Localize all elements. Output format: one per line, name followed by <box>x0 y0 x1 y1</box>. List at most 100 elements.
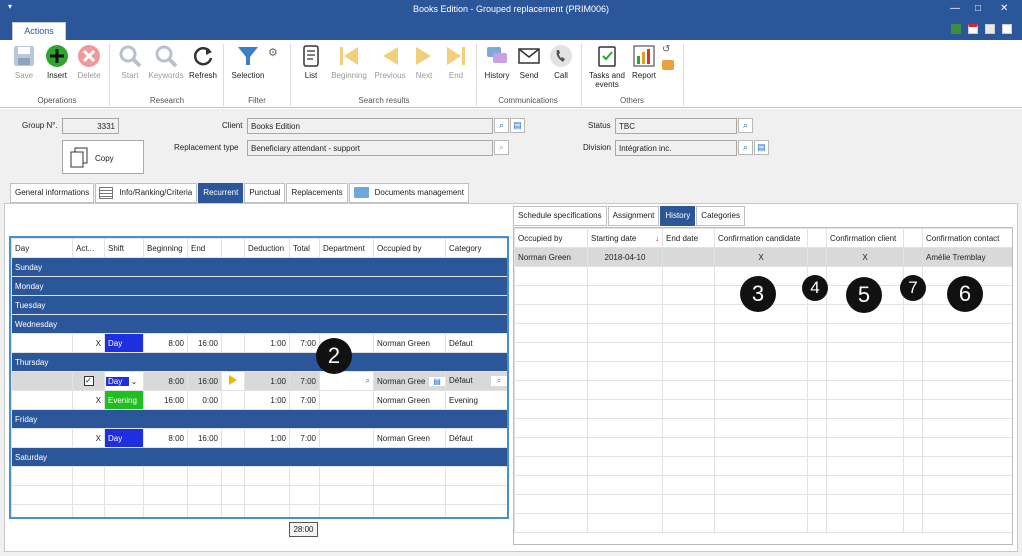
division-open-icon[interactable]: ▤ <box>754 140 769 155</box>
save-button[interactable]: Save <box>10 44 38 80</box>
col-occupied-by[interactable]: Occupied by <box>373 238 446 258</box>
table-row[interactable]: X Day 8:00 16:00 1:00 7:00 Norman Green Déf… <box>11 428 507 448</box>
close-icon[interactable]: ✕ <box>1000 3 1008 14</box>
tab-recurrent[interactable]: Recurrent <box>198 183 244 203</box>
history-button[interactable]: History <box>482 44 512 80</box>
tab-actions[interactable]: Actions <box>12 22 66 40</box>
clock-history-icon[interactable]: ↺ <box>662 44 670 55</box>
phone-icon <box>549 44 573 68</box>
client-open-icon[interactable]: ▤ <box>510 118 525 133</box>
tab-assignment[interactable]: Assignment <box>607 206 660 226</box>
col-department[interactable]: Department <box>319 238 374 258</box>
send-button[interactable]: Send <box>515 44 543 80</box>
shift-cell: Day <box>104 333 144 353</box>
maximize-icon[interactable]: □ <box>975 3 981 14</box>
table-row-selected[interactable]: ✓ Day ⌄ 8:00 16:00 1:00 7:00 ⌕ Norman Gree ▤… <box>11 371 507 391</box>
call-button[interactable]: Call <box>547 44 575 80</box>
sort-desc-icon: ↓ <box>655 233 659 243</box>
col-occupied-by[interactable]: Occupied by <box>514 228 588 248</box>
tab-categories[interactable]: Categories <box>696 206 745 226</box>
insert-button[interactable]: Insert <box>42 44 72 80</box>
division-field[interactable]: Intégration inc. <box>615 140 737 156</box>
col-end[interactable]: End <box>187 238 222 258</box>
department-search-icon[interactable]: ⌕ <box>319 371 374 391</box>
day-row-saturday[interactable]: Saturday <box>11 447 507 467</box>
replacement-type-field[interactable]: Beneficiary attendant - support <box>247 140 493 156</box>
category-search-icon[interactable]: ⌕ <box>491 376 507 386</box>
table-row[interactable]: X Day 8:00 16:00 1:00 7:00 Norman Green Déf… <box>11 333 507 353</box>
client-search-icon[interactable]: ⌕ <box>494 118 509 133</box>
list-icon <box>99 186 114 199</box>
copy-button[interactable]: Copy <box>62 140 144 174</box>
filter-settings-icon[interactable]: ⚙ <box>268 46 278 59</box>
day-row-wednesday[interactable]: Wednesday <box>11 314 507 334</box>
calculator-icon[interactable] <box>951 24 961 34</box>
col-total[interactable]: Total <box>289 238 320 258</box>
col-deduction[interactable]: Deduction <box>244 238 290 258</box>
group-number-field: 3331 <box>62 118 119 134</box>
shift-select[interactable]: Day <box>106 376 129 386</box>
col-confirmation-client[interactable]: Confirmation client <box>826 228 904 248</box>
next-button[interactable]: Next <box>410 44 438 80</box>
division-search-icon[interactable]: ⌕ <box>738 140 753 155</box>
group-research: Research <box>149 96 185 105</box>
col-active[interactable]: Act... <box>72 238 105 258</box>
replacement-type-label: Replacement type <box>174 143 239 152</box>
selection-button[interactable]: Selection <box>228 44 268 80</box>
client-field[interactable]: Books Edition <box>247 118 493 134</box>
day-row-friday[interactable]: Friday <box>11 409 507 429</box>
end-button[interactable]: End <box>442 44 470 80</box>
window-title: Books Edition - Grouped replacement (PRI… <box>412 4 610 14</box>
minimize-icon[interactable]: — <box>950 3 960 14</box>
group-number-label: Group N°. <box>22 121 58 130</box>
play-icon[interactable] <box>229 375 237 385</box>
col-confirmation-contact[interactable]: Confirmation contact <box>922 228 1012 248</box>
col-day[interactable]: Day <box>11 238 73 258</box>
col-shift[interactable]: Shift <box>104 238 144 258</box>
beginning-button[interactable]: Beginning <box>326 44 372 80</box>
shift-cell: Day <box>104 428 144 448</box>
start-button[interactable]: Start <box>116 44 144 80</box>
status-search-icon[interactable]: ⌕ <box>738 118 753 133</box>
refresh-button[interactable]: Refresh <box>186 44 220 80</box>
total-sum: 28:00 <box>289 522 318 537</box>
print-icon[interactable] <box>985 24 995 34</box>
day-row-monday[interactable]: Monday <box>11 276 507 296</box>
replacement-type-search-icon[interactable]: ⌕ <box>494 140 509 155</box>
tab-replacements[interactable]: Replacements <box>286 183 348 203</box>
tab-documents-management[interactable]: Documents management <box>348 183 469 203</box>
tab-punctual[interactable]: Punctual <box>244 183 286 203</box>
table-row[interactable]: X Evening 16:00 0:00 1:00 7:00 Norman Gree… <box>11 390 507 410</box>
active-checkbox[interactable]: ✓ <box>83 376 94 386</box>
col-starting-date[interactable]: Starting date ↓ <box>587 228 663 248</box>
day-row-tuesday[interactable]: Tuesday <box>11 295 507 315</box>
table-row[interactable]: Norman Green 2018-04-10 X X Amélie Tremb… <box>514 247 1012 267</box>
occupied-open-icon[interactable]: ▤ <box>429 376 445 386</box>
title-bar: ▾ Books Edition - Grouped replacement (P… <box>0 0 1022 20</box>
briefcase-icon[interactable] <box>662 60 674 70</box>
chevron-down-icon[interactable]: ⌄ <box>129 377 139 386</box>
day-row-thursday[interactable]: Thursday <box>11 352 507 372</box>
tab-history[interactable]: History <box>660 206 696 226</box>
calendar-icon[interactable] <box>968 24 978 34</box>
tab-schedule-specifications[interactable]: Schedule specifications <box>513 206 607 226</box>
report-button[interactable]: Report <box>629 44 659 80</box>
delete-button[interactable]: Delete <box>74 44 104 80</box>
day-row-sunday[interactable]: Sunday <box>11 257 507 277</box>
status-field[interactable]: TBC <box>615 118 737 134</box>
help-icon[interactable] <box>1002 24 1012 34</box>
group-communications: Communications <box>498 96 558 105</box>
clipboard-check-icon <box>595 44 619 68</box>
col-beginning[interactable]: Beginning <box>143 238 188 258</box>
shift-cell: Evening <box>104 390 144 410</box>
col-category[interactable]: Category <box>445 238 507 258</box>
tasks-events-button[interactable]: Tasks and events <box>585 44 629 89</box>
keywords-button[interactable]: Keywords <box>146 44 186 80</box>
list-button[interactable]: List <box>298 44 324 80</box>
previous-button[interactable]: Previous <box>372 44 408 80</box>
col-confirmation-candidate[interactable]: Confirmation candidate <box>714 228 808 248</box>
col-end-date[interactable]: End date <box>662 228 715 248</box>
tab-general-informations[interactable]: General informations <box>10 183 95 203</box>
tab-info-ranking-criteria[interactable]: Info/Ranking/Criteria <box>95 183 198 203</box>
recurrent-grid: Day Act... Shift Beginning End Deduction… <box>9 236 509 519</box>
